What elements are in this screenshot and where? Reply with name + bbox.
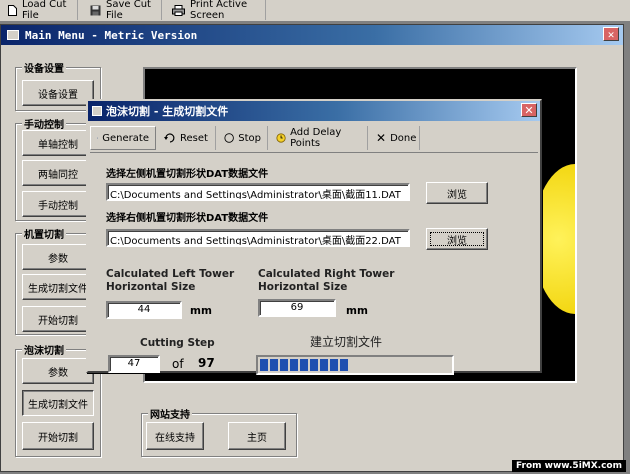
homepage-button[interactable]: 主页 xyxy=(228,422,286,450)
homepage-label: 主页 xyxy=(247,432,267,444)
dialog-system-icon xyxy=(92,106,102,116)
clock-icon xyxy=(276,133,286,143)
x-icon: ✕ xyxy=(376,131,387,145)
dialog-close-button[interactable]: ✕ xyxy=(521,103,537,117)
save-cut-file-label: Save Cut File xyxy=(106,0,151,21)
progress-segment xyxy=(300,359,308,371)
device-settings-button[interactable]: 设备设置 xyxy=(22,80,94,106)
close-icon: ✕ xyxy=(524,103,534,117)
right-tower-unit: mm xyxy=(346,305,368,317)
print-active-screen-button[interactable]: Print Active Screen xyxy=(166,0,266,21)
progress-segment xyxy=(330,359,338,371)
document-icon xyxy=(8,4,17,16)
right-browse-button[interactable]: 浏览 xyxy=(426,228,488,250)
group-title-machine-cut: 机置切割 xyxy=(22,226,66,241)
printer-icon xyxy=(172,4,185,16)
progress-segment xyxy=(320,359,328,371)
cutting-step-total: 97 xyxy=(198,356,215,370)
left-tower-unit: mm xyxy=(190,305,212,317)
dialog-title: 泡沫切割 - 生成切割文件 xyxy=(106,105,229,118)
foam-cut-params-button[interactable]: 参数 xyxy=(22,358,94,384)
device-settings-label: 设备设置 xyxy=(38,89,78,101)
reset-label: Reset xyxy=(180,132,208,144)
save-cut-file-button[interactable]: Save Cut File xyxy=(84,0,162,21)
progress-segment xyxy=(340,359,348,371)
stop-button[interactable]: Stop xyxy=(218,126,268,150)
top-toolbar: Load Cut File Save Cut File Print Active… xyxy=(0,0,630,22)
progress-segment xyxy=(280,359,288,371)
progress-segment xyxy=(260,359,268,371)
progress-segment xyxy=(310,359,318,371)
machine-cut-generate-label: 生成切割文件 xyxy=(28,283,88,295)
left-file-label: 选择左侧机置切割形状DAT数据文件 xyxy=(106,169,269,180)
single-axis-button[interactable]: 单轴控制 xyxy=(22,130,94,156)
reset-button[interactable]: Reset xyxy=(158,126,216,150)
progress-segment xyxy=(270,359,278,371)
group-title-manual: 手动控制 xyxy=(22,116,66,131)
load-cut-file-button[interactable]: Load Cut File xyxy=(2,0,78,21)
stop-circle-icon xyxy=(224,133,234,143)
group-title-web-support: 网站支持 xyxy=(148,406,192,421)
machine-cut-start-button[interactable]: 开始切割 xyxy=(22,306,94,332)
cutting-step-label: Cutting Step xyxy=(140,337,215,349)
left-tower-label: Calculated Left Tower Horizontal Size xyxy=(106,268,235,293)
save-icon xyxy=(90,5,101,15)
left-file-path-field[interactable]: C:\Documents and Settings\Administrator\… xyxy=(106,183,410,201)
stop-label: Stop xyxy=(238,132,261,144)
group-web-support: 网站支持 在线支持 主页 xyxy=(141,406,297,457)
foam-cut-start-button[interactable]: 开始切割 xyxy=(22,422,94,450)
main-title-bar: Main Menu - Metric Version ✕ xyxy=(1,25,623,45)
done-label: Done xyxy=(390,132,417,144)
pencil-icon xyxy=(97,137,99,139)
cut-file-progress-bar xyxy=(256,355,454,375)
dialog-title-bar: 泡沫切割 - 生成切割文件 ✕ xyxy=(88,101,540,121)
cutting-step-of: of xyxy=(172,357,184,371)
foam-cut-generate-button[interactable]: 生成切割文件 xyxy=(22,390,94,416)
generate-cut-file-dialog: 泡沫切割 - 生成切割文件 ✕ Generate Reset Stop Add … xyxy=(86,99,542,375)
generate-label: Generate xyxy=(102,132,149,144)
watermark: From www.5iMX.com xyxy=(511,460,626,472)
progress-segment xyxy=(290,359,298,371)
cutting-step-current: 47 xyxy=(108,355,160,373)
done-button[interactable]: ✕ Done xyxy=(370,126,420,150)
two-axis-button[interactable]: 两轴同控 xyxy=(22,160,94,186)
manual-control-button[interactable]: 手动控制 xyxy=(22,191,94,217)
progress-label: 建立切割文件 xyxy=(310,335,383,349)
add-delay-points-button[interactable]: Add Delay Points xyxy=(270,126,368,150)
left-browse-button[interactable]: 浏览 xyxy=(426,182,488,204)
single-axis-label: 单轴控制 xyxy=(38,139,78,151)
machine-cut-params-label: 参数 xyxy=(48,253,68,265)
main-window-title: Main Menu - Metric Version xyxy=(25,28,198,42)
two-axis-label: 两轴同控 xyxy=(38,169,78,181)
right-file-label: 选择右侧机置切割形状DAT数据文件 xyxy=(106,213,269,224)
right-browse-label: 浏览 xyxy=(447,235,467,247)
online-support-label: 在线支持 xyxy=(155,432,195,444)
reset-arrow-icon xyxy=(164,133,175,143)
online-support-button[interactable]: 在线支持 xyxy=(146,422,204,450)
right-file-path-field[interactable]: C:\Documents and Settings\Administrator\… xyxy=(106,229,410,247)
main-close-button[interactable]: ✕ xyxy=(603,27,619,41)
foam-cut-generate-label: 生成切割文件 xyxy=(28,399,88,411)
load-cut-file-label: Load Cut File xyxy=(22,0,67,21)
manual-control-label: 手动控制 xyxy=(38,200,78,212)
machine-cut-start-label: 开始切割 xyxy=(38,315,78,327)
left-tower-size-field[interactable]: 44 xyxy=(106,301,182,319)
right-tower-size-field[interactable]: 69 xyxy=(258,299,336,317)
group-title-device: 设备设置 xyxy=(22,60,66,75)
generate-button[interactable]: Generate xyxy=(90,126,156,150)
machine-cut-generate-button[interactable]: 生成切割文件 xyxy=(22,274,94,300)
foam-cut-start-label: 开始切割 xyxy=(38,432,78,444)
add-delay-points-label: Add Delay Points xyxy=(290,127,342,149)
group-title-foam-cut: 泡沫切割 xyxy=(22,342,66,357)
foam-cut-params-label: 参数 xyxy=(48,367,68,379)
print-active-screen-label: Print Active Screen xyxy=(190,0,248,21)
machine-cut-params-button[interactable]: 参数 xyxy=(22,244,94,270)
close-icon: ✕ xyxy=(607,27,615,41)
left-browse-label: 浏览 xyxy=(447,189,467,201)
window-system-icon xyxy=(7,30,19,40)
dialog-toolbar: Generate Reset Stop Add Delay Points ✕ D… xyxy=(90,123,538,153)
right-tower-label: Calculated Right Tower Horizontal Size xyxy=(258,268,395,293)
